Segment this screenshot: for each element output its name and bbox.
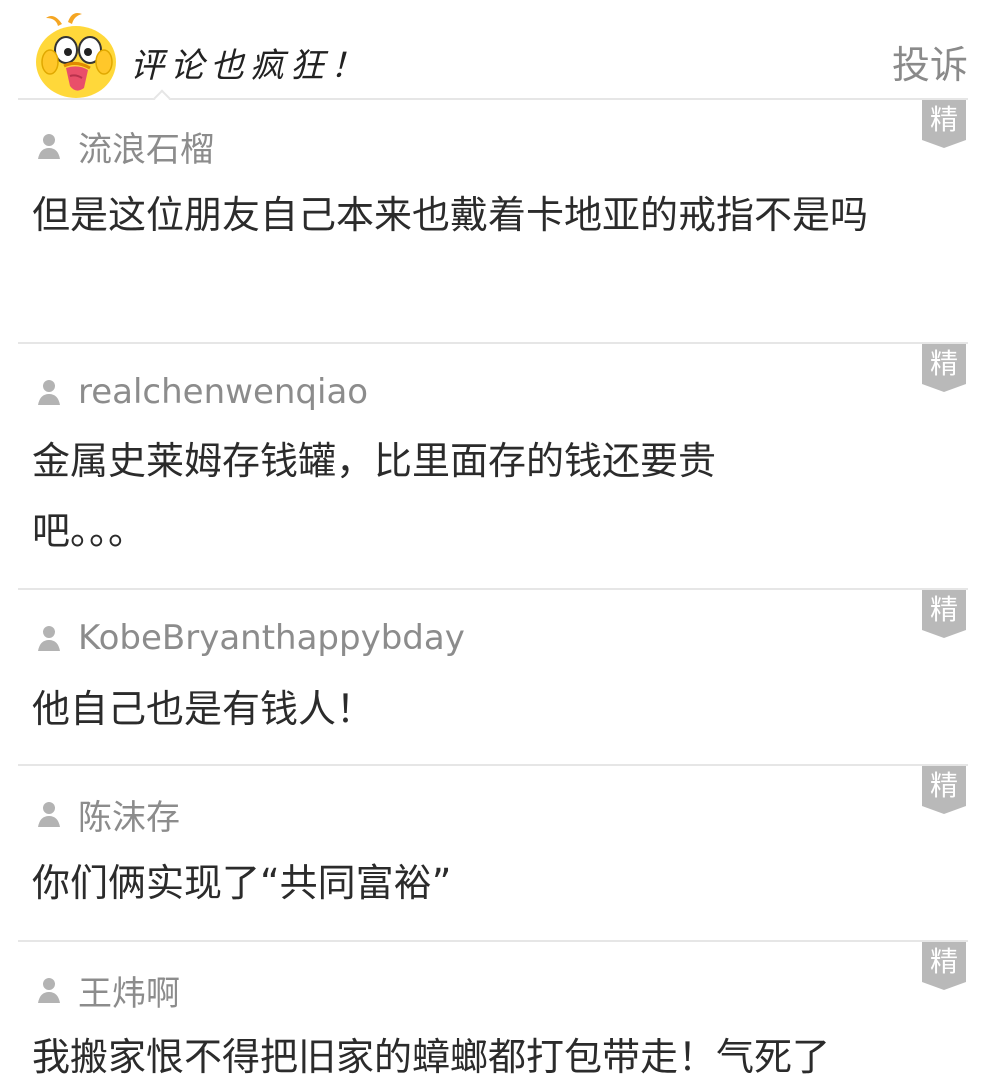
user-icon xyxy=(38,134,60,159)
user-icon xyxy=(38,802,60,827)
author-name: 陈沫存 xyxy=(78,797,180,838)
featured-badge-label: 精 xyxy=(929,769,958,802)
user-icon xyxy=(38,626,60,651)
comment-author[interactable]: 王炜啊 xyxy=(34,968,180,1014)
comment-item: 精 realchenwenqiao 金属史莱姆存钱罐，比里面存的钱还要贵吧。。。 xyxy=(18,344,968,590)
comment-text: 他自己也是有钱人！ xyxy=(32,687,375,731)
comment-author[interactable]: realchenwenqiao xyxy=(34,370,368,414)
featured-badge-label: 精 xyxy=(929,945,958,978)
featured-badge: 精 xyxy=(922,100,966,148)
chick-mascot-icon xyxy=(32,10,120,98)
comment-text: 金属史莱姆存钱罐，比里面存的钱还要贵吧。。。 xyxy=(32,439,717,553)
comment-author[interactable]: KobeBryanthappybday xyxy=(34,616,465,660)
comment-item: 精 流浪石榴 但是这位朋友自己本来也戴着卡地亚的戒指不是吗 xyxy=(18,100,968,344)
author-name: realchenwenqiao xyxy=(78,372,369,412)
featured-badge-label: 精 xyxy=(929,103,958,136)
comment-item: 精 KobeBryanthappybday 他自己也是有钱人！ xyxy=(18,590,968,766)
comment-text: 但是这位朋友自己本来也戴着卡地亚的戒指不是吗 xyxy=(32,193,869,237)
featured-badge: 精 xyxy=(922,766,966,814)
comment-item: 精 王炜啊 我搬家恨不得把旧家的蟑螂都打包带走！气死了 xyxy=(18,942,968,1086)
comment-item: 精 陈沫存 你们俩实现了“共同富裕” xyxy=(18,766,968,942)
user-icon xyxy=(38,978,60,1003)
comment-text: 我搬家恨不得把旧家的蟑螂都打包带走！气死了 xyxy=(32,1035,831,1079)
featured-badge: 精 xyxy=(922,344,966,392)
comments-header: 评论也疯狂！ 投诉 xyxy=(18,0,968,100)
featured-badge-label: 精 xyxy=(929,347,958,380)
featured-badge-label: 精 xyxy=(929,593,958,626)
featured-badge: 精 xyxy=(922,590,966,638)
comment-text: 你们俩实现了“共同富裕” xyxy=(32,861,452,905)
section-title: 评论也疯狂！ xyxy=(130,46,370,86)
comment-author[interactable]: 流浪石榴 xyxy=(34,124,214,170)
complaint-link[interactable]: 投诉 xyxy=(892,34,968,89)
featured-badge: 精 xyxy=(922,942,966,990)
author-name: 流浪石榴 xyxy=(78,129,214,170)
comment-author[interactable]: 陈沫存 xyxy=(34,792,180,838)
user-icon xyxy=(38,380,60,405)
author-name: 王炜啊 xyxy=(78,973,180,1014)
author-name: KobeBryanthappybday xyxy=(78,618,465,658)
